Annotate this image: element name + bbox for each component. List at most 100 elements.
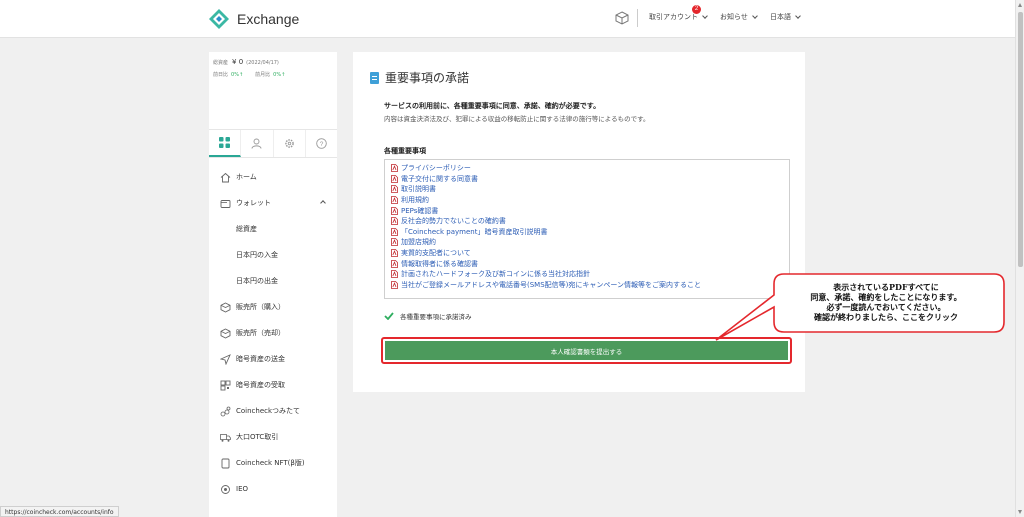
- home-icon: [219, 171, 231, 183]
- sidebar-item-label: ホーム: [236, 173, 257, 181]
- document-link-label: 反社会的勢力でないことの確約書: [401, 217, 506, 226]
- pdf-icon: [391, 280, 398, 289]
- user-icon: [251, 138, 262, 149]
- sidebar-item-ieo[interactable]: IEO: [209, 476, 337, 502]
- sidebar-item-label: 日本円の出金: [236, 277, 278, 285]
- page-title-text: 重要事項の承諾: [385, 71, 470, 85]
- sidebar-item-otc[interactable]: 大口OTC取引: [209, 424, 337, 450]
- help-icon: ?: [316, 138, 327, 149]
- sidebar-item-wallet[interactable]: ウォレット: [209, 190, 337, 216]
- agreement-status: 各種重要事項に承諾済み: [384, 311, 472, 321]
- page-title: 重要事項の承諾: [370, 69, 469, 86]
- documents-list[interactable]: プライバシーポリシー 電子交付に関する同意書 取引説明書利用規約 PEPs確認書反社会…: [384, 159, 790, 299]
- scroll-down-icon[interactable]: [1018, 510, 1022, 514]
- callout-line: 同意、承諾、確約をしたことになります。: [810, 292, 962, 302]
- header-divider: [637, 9, 638, 27]
- document-link[interactable]: 電子交付に関する同意書: [391, 174, 789, 185]
- sidebar-item-home[interactable]: ホーム: [209, 164, 337, 190]
- pdf-icon: [391, 227, 398, 236]
- document-link-label: 情報取得者に係る確認書: [401, 259, 478, 268]
- intro-text: 内容は資金決済法及び、犯罪による収益の移転防止に関する法律の施行等によるものです…: [384, 115, 650, 123]
- document-link[interactable]: 実質的支配者について: [391, 248, 789, 259]
- sidebar-item-label: Coincheck NFT(β版): [236, 459, 305, 467]
- check-icon: [384, 312, 394, 320]
- svg-text:?: ?: [320, 141, 324, 148]
- sidebar-item-send[interactable]: 暗号資産の送金: [209, 346, 337, 372]
- sidebar-item-label: 日本円の入金: [236, 251, 278, 259]
- tab-settings[interactable]: [274, 130, 306, 157]
- sidebar-item-sell[interactable]: 販売所（売却）: [209, 320, 337, 346]
- document-link[interactable]: 反社会的勢力でないことの確約書: [391, 216, 789, 227]
- notification-badge: 2: [692, 5, 701, 14]
- send-icon: [219, 353, 231, 365]
- sidebar-item-total-assets[interactable]: 総資産: [209, 216, 337, 242]
- sidebar-tabs: ?: [209, 130, 337, 158]
- tab-help[interactable]: ?: [306, 130, 337, 157]
- document-link[interactable]: 計画されたハードフォーク及び新コインに係る当社対応指針: [391, 269, 789, 280]
- document-link-label: 電子交付に関する同意書: [401, 174, 478, 183]
- document-link-label: 実質的支配者について: [401, 249, 471, 258]
- sidebar-item-label: Coincheckつみたて: [236, 407, 301, 415]
- agreement-text: 各種重要事項に承諾済み: [400, 313, 472, 321]
- sidebar-menu: ホーム ウォレット 総資産 日本円の入金 日本円の出金 販売所（購入） 販売所（…: [209, 164, 337, 502]
- document-link-label: 利用規約: [401, 196, 429, 205]
- pdf-icon: [391, 270, 398, 279]
- chevron-up-icon: [320, 200, 326, 206]
- sidebar-item-jpy-withdraw[interactable]: 日本円の出金: [209, 268, 337, 294]
- document-link-label: 取引説明書: [401, 185, 436, 194]
- sidebar-item-label: 暗号資産の送金: [236, 355, 285, 363]
- page-scrollbar[interactable]: [1015, 0, 1024, 517]
- coins-icon: [219, 405, 231, 417]
- asset-summary: 総資産 ¥ 0 (2022/04/17) 前日比 0%↑ 前月比 0%↑: [209, 52, 337, 130]
- tab-dashboard[interactable]: [209, 130, 242, 157]
- sidebar-item-tsumitate[interactable]: Coincheckつみたて: [209, 398, 337, 424]
- callout-text: 表示されているPDFすべてに 同意、承諾、確約をしたことになります。 必ず一度読…: [770, 282, 1002, 322]
- account-menu-label: 取引アカウント: [649, 13, 698, 21]
- document-link-label: PEPs確認書: [401, 206, 439, 215]
- document-link[interactable]: 「Coincheck payment」暗号資産取引説明書: [391, 227, 789, 238]
- document-link[interactable]: 情報取得者に係る確認書: [391, 258, 789, 269]
- sidebar-item-label: IEO: [236, 485, 248, 493]
- logo[interactable]: Exchange: [208, 8, 299, 30]
- submit-id-documents-button[interactable]: 本人確認書類を提出する: [385, 341, 788, 360]
- pdf-icon: [391, 259, 398, 268]
- document-link-label: 「Coincheck payment」暗号資産取引説明書: [401, 227, 548, 236]
- cube-icon[interactable]: [615, 11, 629, 25]
- scroll-up-icon[interactable]: [1018, 3, 1022, 7]
- sidebar-item-jpy-deposit[interactable]: 日本円の入金: [209, 242, 337, 268]
- scroll-thumb[interactable]: [1018, 12, 1023, 267]
- pdf-icon: [391, 185, 398, 194]
- callout-line: 必ず一度読んでおいてください。: [826, 302, 946, 312]
- nft-icon: [219, 457, 231, 469]
- sidebar-item-label: 大口OTC取引: [236, 433, 279, 441]
- callout-line: 表示されているPDFすべてに: [833, 282, 939, 292]
- tab-profile[interactable]: [241, 130, 274, 157]
- sidebar-item-buy[interactable]: 販売所（購入）: [209, 294, 337, 320]
- document-link[interactable]: PEPs確認書: [391, 205, 789, 216]
- intro-heading: サービスの利用前に、各種重要事項に同意、承諾、確約が必要です。: [384, 102, 601, 110]
- document-link[interactable]: 加盟店規約: [391, 237, 789, 248]
- total-assets-value: ¥ 0: [232, 58, 244, 66]
- document-link-label: 計画されたハードフォーク及び新コインに係る当社対応指針: [401, 270, 590, 279]
- document-link[interactable]: プライバシーポリシー: [391, 163, 789, 174]
- sidebar-item-nft[interactable]: Coincheck NFT(β版): [209, 450, 337, 476]
- document-link-label: プライバシーポリシー: [401, 164, 471, 173]
- wallet-icon: [219, 197, 231, 209]
- news-menu[interactable]: お知らせ: [720, 12, 758, 22]
- total-assets-label: 総資産: [213, 60, 229, 66]
- document-link[interactable]: 利用規約: [391, 195, 789, 206]
- grid-icon: [219, 137, 231, 148]
- sidebar: 総資産 ¥ 0 (2022/04/17) 前日比 0%↑ 前月比 0%↑ ? ホ…: [209, 52, 337, 517]
- pdf-icon: [391, 196, 398, 204]
- sidebar-item-receive[interactable]: 暗号資産の受取: [209, 372, 337, 398]
- logo-text: Exchange: [237, 11, 300, 27]
- gear-icon: [284, 139, 294, 148]
- document-link[interactable]: 取引説明書: [391, 184, 789, 195]
- document-icon: [370, 71, 379, 84]
- pdf-icon: [391, 249, 398, 257]
- language-menu[interactable]: 日本語: [770, 12, 801, 22]
- status-bar-url: https://coincheck.com/accounts/info: [0, 506, 119, 517]
- sidebar-item-label: 販売所（売却）: [236, 329, 285, 337]
- document-link[interactable]: 当社がご登録メールアドレスや電話番号(SMS配信等)宛にキャンペーン情報等をご案…: [391, 280, 789, 291]
- pdf-icon: [391, 238, 398, 247]
